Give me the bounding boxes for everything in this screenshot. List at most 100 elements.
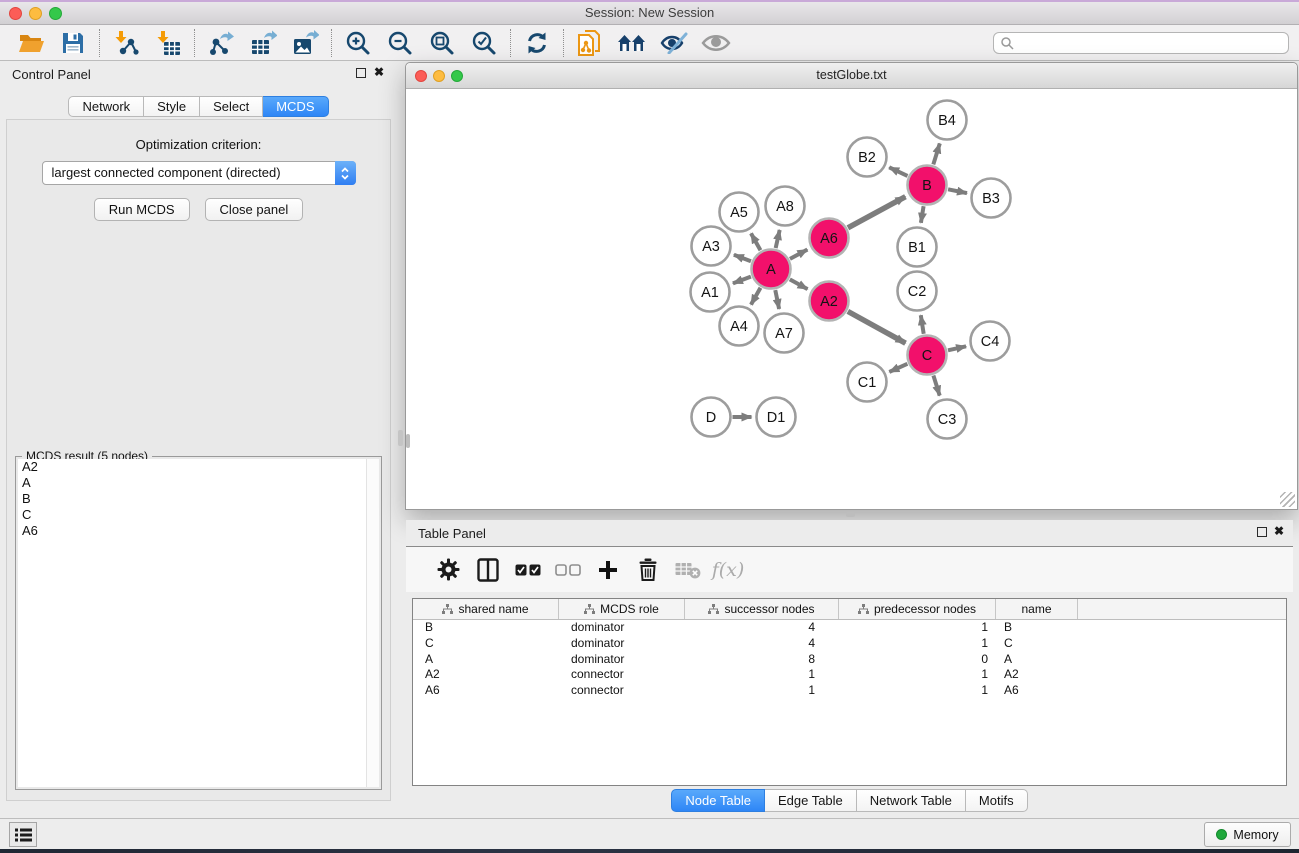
table-cell[interactable]: 1 bbox=[839, 667, 996, 683]
show-columns-icon[interactable] bbox=[468, 552, 508, 588]
node-B3[interactable]: B3 bbox=[972, 179, 1011, 218]
network-window-titlebar[interactable]: testGlobe.txt bbox=[406, 63, 1297, 89]
edge-A6-B[interactable] bbox=[848, 197, 906, 228]
criterion-select[interactable]: largest connected component (directed) bbox=[42, 161, 356, 185]
zoom-window-button[interactable] bbox=[451, 70, 463, 82]
tab-motifs[interactable]: Motifs bbox=[966, 789, 1028, 812]
node-C4[interactable]: C4 bbox=[971, 322, 1010, 361]
delete-table-icon[interactable] bbox=[668, 552, 708, 588]
table-cell[interactable]: 4 bbox=[685, 620, 839, 636]
mcds-result-item[interactable]: C bbox=[18, 507, 379, 523]
node-C2[interactable]: C2 bbox=[898, 272, 937, 311]
table-cell[interactable]: B bbox=[413, 620, 559, 636]
node-A2[interactable]: A2 bbox=[810, 282, 849, 321]
edge-B-B1[interactable] bbox=[921, 206, 924, 223]
node-B[interactable]: B bbox=[908, 166, 947, 205]
tab-select[interactable]: Select bbox=[200, 96, 263, 117]
node-D1[interactable]: D1 bbox=[757, 398, 796, 437]
zoom-in-icon[interactable] bbox=[337, 27, 379, 59]
open-file-icon[interactable] bbox=[10, 27, 52, 59]
tab-edge-table[interactable]: Edge Table bbox=[765, 789, 857, 812]
edge-B-B4[interactable] bbox=[933, 143, 939, 164]
table-cell[interactable]: A bbox=[413, 652, 559, 668]
edge-A-A8[interactable] bbox=[776, 230, 780, 248]
table-cell[interactable]: 1 bbox=[839, 620, 996, 636]
edge-B-B2[interactable] bbox=[889, 167, 907, 176]
node-table[interactable]: shared nameMCDS rolesuccessor nodesprede… bbox=[412, 598, 1287, 786]
table-row[interactable]: Adominator80A bbox=[413, 652, 1286, 668]
table-cell[interactable]: A6 bbox=[996, 683, 1078, 699]
save-session-icon[interactable] bbox=[52, 27, 94, 59]
edge-C-C3[interactable] bbox=[933, 376, 939, 396]
table-cell[interactable]: dominator bbox=[559, 652, 685, 668]
table-row[interactable]: A6connector11A6 bbox=[413, 683, 1286, 699]
export-table-icon[interactable] bbox=[242, 27, 284, 59]
first-neighbors-icon[interactable] bbox=[611, 27, 653, 59]
table-cell[interactable]: 1 bbox=[685, 667, 839, 683]
table-settings-gear-icon[interactable] bbox=[428, 552, 468, 588]
table-cell[interactable]: C bbox=[413, 636, 559, 652]
table-cell[interactable]: 1 bbox=[839, 636, 996, 652]
column-header-shared-name[interactable]: shared name bbox=[413, 599, 559, 619]
function-builder-icon[interactable]: f(x) bbox=[708, 552, 748, 588]
splitter-handle[interactable] bbox=[398, 430, 403, 446]
column-header-MCDS-role[interactable]: MCDS role bbox=[559, 599, 685, 619]
node-B4[interactable]: B4 bbox=[928, 101, 967, 140]
select-all-icon[interactable] bbox=[508, 552, 548, 588]
float-panel-icon[interactable] bbox=[356, 68, 366, 78]
edge-A2-C[interactable] bbox=[848, 311, 906, 343]
tab-node-table[interactable]: Node Table bbox=[671, 789, 765, 812]
node-A3[interactable]: A3 bbox=[692, 227, 731, 266]
column-header-successor-nodes[interactable]: successor nodes bbox=[685, 599, 839, 619]
edge-B-B3[interactable] bbox=[948, 189, 967, 193]
add-column-icon[interactable] bbox=[588, 552, 628, 588]
import-network-icon[interactable] bbox=[105, 27, 147, 59]
column-header-name[interactable]: name bbox=[996, 599, 1078, 619]
mcds-result-item[interactable]: A6 bbox=[18, 523, 379, 539]
edge-C-C1[interactable] bbox=[889, 364, 907, 372]
table-cell[interactable]: A bbox=[996, 652, 1078, 668]
node-A8[interactable]: A8 bbox=[766, 187, 805, 226]
export-image-icon[interactable] bbox=[284, 27, 326, 59]
table-cell[interactable]: 0 bbox=[839, 652, 996, 668]
edge-A-A5[interactable] bbox=[751, 233, 760, 250]
minimize-window-button[interactable] bbox=[29, 7, 42, 20]
table-cell[interactable]: 1 bbox=[685, 683, 839, 699]
table-cell[interactable]: 4 bbox=[685, 636, 839, 652]
table-cell[interactable]: dominator bbox=[559, 620, 685, 636]
table-cell[interactable]: C bbox=[996, 636, 1078, 652]
delete-column-trash-icon[interactable] bbox=[628, 552, 668, 588]
edge-C-C2[interactable] bbox=[921, 315, 924, 334]
edge-A-A3[interactable] bbox=[734, 255, 751, 262]
run-mcds-button[interactable]: Run MCDS bbox=[94, 198, 190, 221]
search-input-text[interactable] bbox=[1014, 36, 1288, 50]
minimize-window-button[interactable] bbox=[433, 70, 445, 82]
tab-network[interactable]: Network bbox=[68, 96, 144, 117]
table-cell[interactable]: 1 bbox=[839, 683, 996, 699]
node-C1[interactable]: C1 bbox=[848, 363, 887, 402]
node-A1[interactable]: A1 bbox=[691, 273, 730, 312]
mcds-result-list[interactable]: A2ABCA6 bbox=[18, 459, 379, 787]
splitter-handle[interactable] bbox=[846, 512, 855, 517]
table-cell[interactable]: 8 bbox=[685, 652, 839, 668]
edge-A-A4[interactable] bbox=[751, 288, 760, 305]
table-row[interactable]: A2connector11A2 bbox=[413, 667, 1286, 683]
tab-mcds[interactable]: MCDS bbox=[263, 96, 328, 117]
scrollbar-thumb[interactable] bbox=[406, 434, 410, 448]
edge-A-A1[interactable] bbox=[733, 277, 751, 284]
memory-button[interactable]: Memory bbox=[1204, 822, 1291, 847]
show-panels-icon[interactable] bbox=[695, 27, 737, 59]
node-A[interactable]: A bbox=[752, 250, 791, 289]
table-cell[interactable]: A2 bbox=[996, 667, 1078, 683]
network-from-selection-icon[interactable] bbox=[569, 27, 611, 59]
task-history-list-icon[interactable] bbox=[9, 822, 37, 847]
node-A5[interactable]: A5 bbox=[720, 193, 759, 232]
node-C3[interactable]: C3 bbox=[928, 400, 967, 439]
table-row[interactable]: Bdominator41B bbox=[413, 620, 1286, 636]
close-window-button[interactable] bbox=[9, 7, 22, 20]
float-panel-icon[interactable] bbox=[1257, 527, 1267, 537]
import-table-icon[interactable] bbox=[147, 27, 189, 59]
close-panel-icon[interactable]: ✖ bbox=[1274, 524, 1284, 538]
close-panel-icon[interactable]: ✖ bbox=[374, 65, 384, 79]
edge-C-C4[interactable] bbox=[948, 346, 966, 350]
